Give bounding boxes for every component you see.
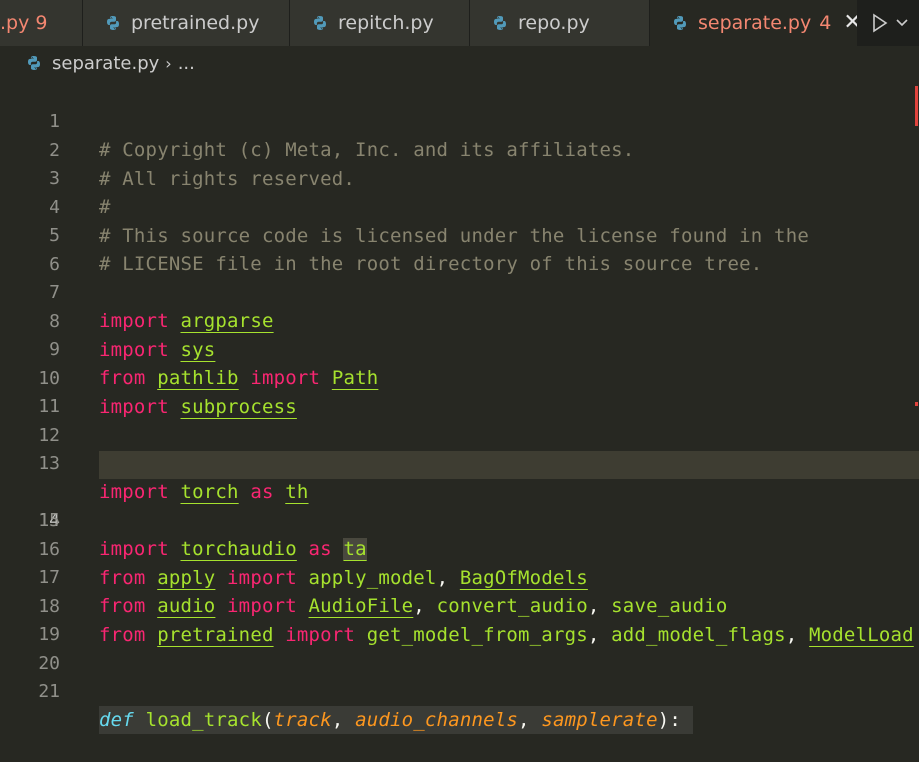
editor-actions: [857, 0, 909, 46]
tab-repitch[interactable]: repitch.py: [290, 0, 470, 46]
error-marker: [915, 402, 918, 406]
code-line: 6: [0, 223, 919, 275]
code-line: 12 from dora.log import fatal: [0, 394, 919, 475]
code-line: 1 # Copyright (c) Meta, Inc. and its aff…: [0, 80, 919, 161]
separator: ,: [518, 709, 542, 731]
code-line: 20: [0, 622, 919, 674]
run-icon[interactable]: [871, 13, 889, 33]
tab-label: .py 9: [0, 12, 48, 34]
code-line: 18 from pretrained import get_model_from…: [0, 565, 919, 646]
tab-label: repitch.py: [338, 12, 434, 34]
close-icon[interactable]: ✕: [843, 12, 857, 34]
python-icon: [314, 16, 326, 30]
python-icon: [674, 16, 686, 30]
code-line: 4 # This source code is licensed under t…: [0, 166, 919, 247]
tab-label: separate.py: [698, 12, 812, 34]
code-editor[interactable]: 1 # Copyright (c) Meta, Inc. and its aff…: [0, 80, 919, 734]
code-line: 16 from apply import apply_model, BagOfM…: [0, 508, 919, 589]
code-line: 21 def load_track(track, audio_channels,…: [0, 650, 919, 734]
code-line: 8 import sys: [0, 280, 919, 361]
python-icon: [107, 16, 119, 30]
tab-partial-file[interactable]: .py 9: [0, 0, 83, 46]
error-marker: [915, 86, 918, 126]
tab-pretrained[interactable]: pretrained.py: [83, 0, 290, 46]
code-line: 19: [0, 593, 919, 645]
tab-label: pretrained.py: [131, 12, 260, 34]
def-keyword: def: [99, 709, 134, 731]
code-line: 9 from pathlib import Path: [0, 308, 919, 389]
current-line-highlight: [99, 450, 919, 479]
paren: (: [261, 709, 274, 731]
parameter: samplerate: [541, 709, 658, 731]
overview-ruler[interactable]: [913, 80, 919, 676]
code-line: 11: [0, 365, 919, 417]
code-line: 3 #: [0, 137, 919, 218]
tab-label: repo.py: [518, 12, 590, 34]
parameter: audio_channels: [355, 709, 519, 731]
tab-separate[interactable]: separate.py 4 ✕: [650, 0, 857, 46]
problem-count-badge: 4: [819, 12, 832, 34]
code-line: 13 import torch as th: [0, 422, 919, 503]
python-icon: [28, 56, 40, 70]
separator: ,: [331, 709, 356, 731]
code-line: 5 # LICENSE file in the root directory o…: [0, 194, 919, 275]
chevron-right-icon: ›: [165, 53, 172, 73]
code-line: 10 import subprocess: [0, 337, 919, 418]
breadcrumb: separate.py › ...: [0, 46, 919, 80]
code-line: 7 import argparse: [0, 251, 919, 332]
tab-bar: .py 9 pretrained.py repitch.py repo.py s…: [0, 0, 919, 46]
parameter: track: [273, 709, 332, 731]
breadcrumb-more[interactable]: ...: [178, 53, 195, 74]
chevron-down-icon[interactable]: [895, 18, 909, 28]
python-icon: [494, 16, 506, 30]
code-line: 15: [0, 479, 919, 531]
tab-repo[interactable]: repo.py: [470, 0, 650, 46]
line-number: 21: [38, 681, 60, 702]
code-line: 2 # All rights reserved.: [0, 109, 919, 190]
breadcrumb-file[interactable]: separate.py: [52, 53, 159, 74]
code-line: 17 from audio import AudioFile, convert_…: [0, 536, 919, 617]
code-line-current: 14 import torchaudio as ta: [0, 450, 919, 560]
function-name: load_track: [145, 709, 262, 731]
paren: ):: [657, 709, 681, 731]
